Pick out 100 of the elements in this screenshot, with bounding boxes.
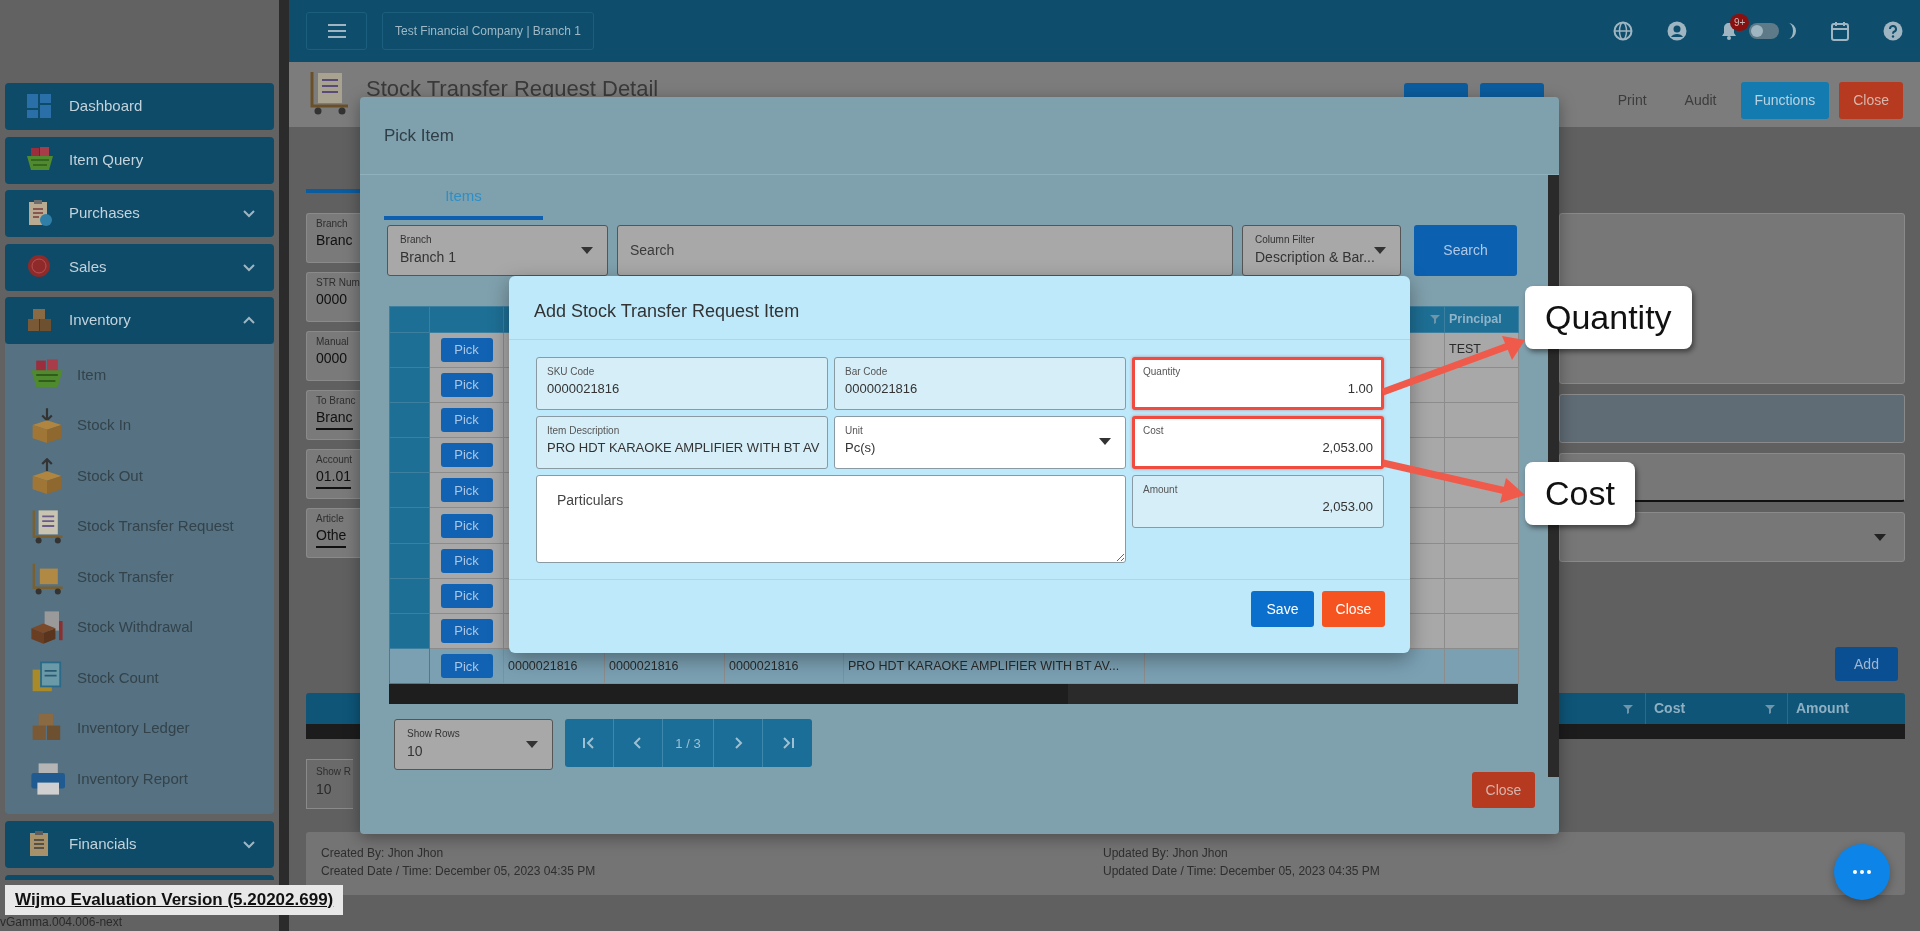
menu-button[interactable] xyxy=(306,12,367,50)
help-icon[interactable] xyxy=(1883,21,1903,41)
add-button[interactable]: Add xyxy=(1835,647,1898,681)
field-label: Branch xyxy=(316,218,349,230)
sidebar-item[interactable]: Financials xyxy=(5,821,274,868)
field-label: Article xyxy=(316,513,345,525)
input-field[interactable] xyxy=(1559,394,1905,443)
search-button[interactable]: Search xyxy=(1414,224,1517,276)
filter-icon xyxy=(1430,314,1440,324)
field-value: 0000 xyxy=(316,290,348,309)
caret-icon xyxy=(1874,533,1886,541)
input-field[interactable]: Amount 2,053.00 xyxy=(1132,475,1384,528)
dialog-title: Add Stock Transfer Request Item xyxy=(509,276,1410,340)
toolbar-button[interactable]: Audit xyxy=(1670,82,1731,119)
input-field[interactable]: Quantity 1.00 xyxy=(1132,357,1384,410)
pick-button[interactable]: Pick xyxy=(440,372,493,397)
form-field[interactable]: Article Othe xyxy=(306,508,360,558)
select-field[interactable]: Unit Pc(s) xyxy=(834,416,1126,469)
input-field[interactable]: Bar Code 0000021816 xyxy=(834,357,1126,410)
company-selector[interactable]: Test Financial Company | Branch 1 xyxy=(382,12,594,50)
version-text: vGamma.004.006-next xyxy=(0,916,123,930)
pick-button[interactable]: Pick xyxy=(440,478,493,503)
sidebar-item[interactable]: Item Query xyxy=(5,136,274,184)
field-label: Unit xyxy=(845,424,864,438)
select-field[interactable] xyxy=(1559,512,1905,562)
form-field[interactable]: Manual 0000 xyxy=(306,331,360,381)
form-field[interactable]: Branch Branc xyxy=(306,213,360,263)
show-rows-select[interactable]: Show R 10 xyxy=(306,759,353,809)
field-value: 10 xyxy=(316,781,332,797)
field-label: To Branc xyxy=(316,395,357,407)
toolbar-button[interactable]: Print xyxy=(1603,82,1661,119)
field-label: Manual xyxy=(316,336,350,348)
field-value: 01.01 xyxy=(316,467,352,489)
dialog-title: Pick Item xyxy=(360,97,1559,175)
globe-icon[interactable] xyxy=(1613,21,1633,41)
field-label: STR Num xyxy=(316,277,360,289)
caret-icon xyxy=(526,741,538,749)
pick-button[interactable]: Pick xyxy=(440,443,493,468)
toolbar-button[interactable]: Functions xyxy=(1740,82,1830,119)
created-date-text: Created Date / Time: December 05, 2023 04:35 PM xyxy=(321,863,596,880)
field-label: Account xyxy=(316,454,354,466)
user-icon[interactable] xyxy=(1667,21,1687,41)
more-icon xyxy=(1853,870,1871,874)
menu-icon xyxy=(327,24,346,38)
printer-icon xyxy=(29,760,65,797)
branch-select[interactable]: Branch Branch 1 xyxy=(387,224,608,276)
field-value: Pc(s) xyxy=(845,439,877,457)
search-field[interactable]: Search xyxy=(617,224,1233,276)
pick-button[interactable]: Pick xyxy=(440,337,493,362)
pick-button[interactable]: Pick xyxy=(440,513,493,538)
field-value: PRO HDT KARAOKE AMPLIFIER WITH BT AV xyxy=(547,439,817,457)
show-rows-select[interactable]: Show Rows 10 xyxy=(394,719,553,771)
pick-button[interactable]: Pick xyxy=(440,548,493,573)
close-button[interactable]: Close xyxy=(1472,772,1535,809)
sidebar-item[interactable]: Dashboard xyxy=(5,83,274,130)
form-field[interactable]: To Branc Branc xyxy=(306,390,360,440)
pick-button[interactable]: Pick xyxy=(440,407,493,432)
text-area[interactable]: Particulars xyxy=(536,475,1126,563)
field-label: Amount xyxy=(1143,483,1179,497)
pick-button[interactable]: Pick xyxy=(440,583,493,608)
created-by-text: Created By: Jhon Jhon xyxy=(321,845,444,862)
updated-by-text: Updated By: Jhon Jhon xyxy=(1103,845,1228,862)
page-indicator: 1 / 3 xyxy=(663,719,714,768)
evaluation-banner: Wijmo Evaluation Version (5.20202.699) xyxy=(5,885,344,915)
close-button[interactable]: Close xyxy=(1839,82,1903,119)
filter-icon xyxy=(1765,703,1775,714)
close-button[interactable]: Close xyxy=(1322,591,1385,627)
field-value: Othe xyxy=(316,526,347,548)
caret-icon xyxy=(1374,246,1386,254)
field-value: 0000 xyxy=(316,349,348,368)
toggle-switch[interactable] xyxy=(1749,23,1779,39)
field-value: 1.00 xyxy=(1346,380,1373,398)
calendar-icon[interactable] xyxy=(1831,21,1849,41)
field-value: Branc xyxy=(316,231,353,250)
save-button[interactable]: Save xyxy=(1251,591,1314,627)
tab-indicator xyxy=(306,189,360,193)
sidebar-item[interactable]: Purchases xyxy=(5,190,274,237)
field-value: 2,053.00 xyxy=(1321,439,1373,457)
pick-button[interactable]: Pick xyxy=(440,619,493,644)
last-page-icon xyxy=(780,736,795,751)
field-value: 10 xyxy=(407,743,423,760)
column-filter-select[interactable]: Column Filter Description & Bar... xyxy=(1242,224,1401,276)
input-field[interactable]: SKU Code 0000021816 xyxy=(536,357,828,410)
field-value: Description & Bar... xyxy=(1255,248,1375,265)
caret-icon xyxy=(1099,438,1111,445)
field-value: 0000021816 xyxy=(547,380,621,398)
sidebar-item[interactable]: Sales xyxy=(5,243,274,291)
field-label: Show R xyxy=(316,765,352,779)
form-field[interactable]: STR Num 0000 xyxy=(306,272,360,322)
field-label: Show Rows xyxy=(407,727,461,742)
field-value: Branc xyxy=(316,408,353,430)
input-field[interactable]: Cost 2,053.00 xyxy=(1132,416,1384,469)
box-icon xyxy=(29,609,65,646)
pick-button[interactable]: Pick xyxy=(440,654,493,679)
field-label: SKU Code xyxy=(547,365,596,379)
input-field[interactable]: Item Description PRO HDT KARAOKE AMPLIFIER WITH BT AV xyxy=(536,416,828,469)
form-field[interactable]: Account 01.01 xyxy=(306,449,360,499)
caret-icon xyxy=(581,246,593,254)
callout-tooltip: Quantity xyxy=(1525,286,1692,349)
sidebar-item[interactable]: Inventory xyxy=(5,297,274,344)
